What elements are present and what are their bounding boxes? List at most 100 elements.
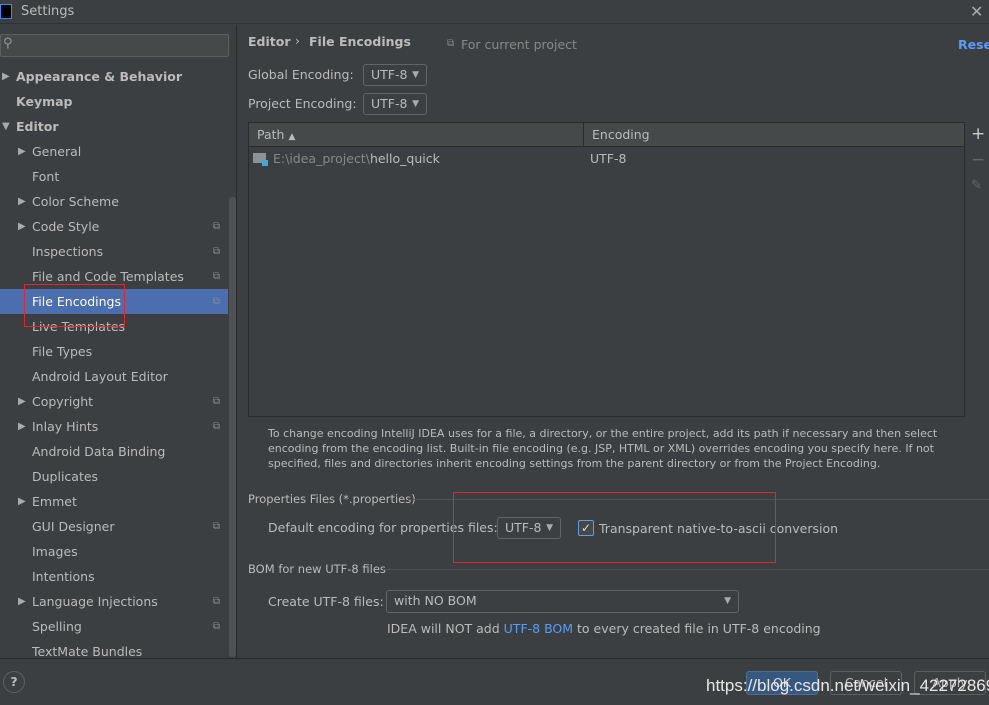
chevron-right-icon[interactable]: ▶ [18, 489, 26, 514]
column-label: Path [257, 127, 285, 142]
chevron-right-icon[interactable]: ▶ [18, 389, 26, 414]
sidebar-item[interactable]: ▶ General [0, 139, 228, 164]
sidebar-item[interactable]: Intentions [0, 564, 228, 589]
sidebar-item[interactable]: Android Layout Editor [0, 364, 228, 389]
sidebar-item[interactable]: Images [0, 539, 228, 564]
project-scope-icon: ⧉ [212, 271, 220, 282]
sidebar-item-label: Font [32, 169, 60, 184]
sidebar-item[interactable]: Duplicates [0, 464, 228, 489]
select-value: UTF-8 [371, 67, 408, 82]
sidebar-item-label: Color Scheme [32, 194, 119, 209]
project-scope-icon: ⧉ [212, 221, 220, 232]
utf8-bom-link[interactable]: UTF-8 BOM [504, 621, 573, 636]
add-icon[interactable]: + [971, 124, 985, 144]
sidebar-item[interactable]: File Types [0, 339, 228, 364]
properties-section-title: Properties Files (*.properties) [248, 492, 416, 506]
window-title: Settings [21, 4, 75, 19]
sidebar-item[interactable]: Inspections ⧉ [0, 239, 228, 264]
sidebar-item-label: Intentions [32, 569, 95, 584]
sidebar-item[interactable]: ▶ Appearance & Behavior [0, 64, 228, 89]
select-value: UTF-8 [371, 96, 408, 111]
project-encoding-label: Project Encoding: [248, 96, 357, 111]
table-row[interactable]: E:\idea_project\hello_quick UTF-8 [249, 148, 964, 170]
column-header-encoding[interactable]: Encoding [592, 127, 650, 142]
search-input[interactable]: ⚲ [0, 34, 229, 57]
sidebar-item[interactable]: Android Data Binding [0, 439, 228, 464]
sort-ascending-icon: ▲ [288, 132, 296, 142]
chevron-right-icon[interactable]: ▶ [18, 414, 26, 439]
sidebar-item-label: Keymap [16, 94, 73, 109]
bom-section-title: BOM for new UTF-8 files [248, 562, 386, 576]
page-title: File Encodings [309, 34, 411, 49]
select-value: with NO BOM [394, 593, 477, 608]
sidebar-item-label: General [32, 144, 82, 159]
sidebar-item-label: Images [32, 544, 78, 559]
reset-link[interactable]: Reset [958, 37, 989, 52]
project-scope-icon: ⧉ [212, 596, 220, 607]
chevron-right-icon[interactable]: ▶ [18, 589, 26, 614]
sidebar-item[interactable]: ▶ Inlay Hints ⧉ [0, 414, 228, 439]
search-icon: ⚲ [3, 36, 13, 51]
sidebar-item-label: Inlay Hints [32, 419, 99, 434]
sidebar-item-label: Editor [16, 119, 59, 134]
info-text: To change encoding IntelliJ IDEA uses fo… [268, 427, 938, 470]
chevron-right-icon[interactable]: ▶ [2, 64, 10, 89]
bom-select[interactable]: with NO BOM ▼ [386, 590, 739, 613]
note-text: IDEA will NOT add [387, 621, 504, 636]
encoding-table: Path ▲ Encoding E:\idea_project\hello_qu… [248, 122, 965, 417]
settings-sidebar: ⚲ ▶ Appearance & Behavior Keymap ▼ Editor ▶ Ge… [0, 25, 237, 659]
app-logo [0, 4, 12, 19]
help-button[interactable]: ? [3, 671, 25, 693]
sidebar-item[interactable]: ▶ Copyright ⧉ [0, 389, 228, 414]
project-encoding-select[interactable]: UTF-8 ▼ [363, 93, 427, 115]
sidebar-item-label: Copyright [32, 394, 94, 409]
sidebar-item-label: Android Layout Editor [32, 369, 168, 384]
folder-icon [253, 153, 268, 166]
sidebar-item-label: Emmet [32, 494, 77, 509]
sidebar-item-label: Inspections [32, 244, 104, 259]
global-encoding-select[interactable]: UTF-8 ▼ [363, 64, 427, 86]
chevron-right-icon[interactable]: ▶ [18, 214, 26, 239]
encoding-cell: UTF-8 [590, 151, 627, 166]
column-header-path[interactable]: Path ▲ [257, 127, 295, 142]
column-divider [583, 123, 584, 147]
highlight-box [24, 284, 125, 327]
sidebar-item[interactable]: Keymap [0, 89, 228, 114]
project-scope-icon: ⧉ [212, 621, 220, 632]
sidebar-item[interactable]: ▶ Language Injections ⧉ [0, 589, 228, 614]
sidebar-item[interactable]: ▶ Color Scheme [0, 189, 228, 214]
breadcrumb-parent[interactable]: Editor [248, 34, 291, 49]
sidebar-scrollbar[interactable] [229, 197, 236, 657]
table-header: Path ▲ Encoding [249, 123, 964, 147]
breadcrumb-separator: › [295, 33, 300, 48]
scope-label: For current project [461, 37, 577, 52]
watermark: https://blog.csdn.net/weixin_42272869 [706, 676, 989, 695]
copy-icon: ⧉ [447, 38, 455, 49]
project-scope-icon: ⧉ [212, 521, 220, 532]
bom-note: IDEA will NOT add UTF-8 BOM to every cre… [387, 621, 821, 636]
sidebar-item[interactable]: Spelling ⧉ [0, 614, 228, 639]
highlight-box [453, 492, 776, 563]
sidebar-item[interactable]: Font [0, 164, 228, 189]
chevron-down-icon: ▼ [412, 70, 419, 80]
chevron-down-icon: ▼ [724, 596, 731, 606]
help-icon: ? [10, 674, 18, 689]
path-cell: E:\idea_project\hello_quick [273, 151, 440, 166]
sidebar-item-label: Code Style [32, 219, 100, 234]
project-scope-icon: ⧉ [212, 246, 220, 257]
sidebar-item-label: Duplicates [32, 469, 99, 484]
sidebar-item[interactable]: GUI Designer ⧉ [0, 514, 228, 539]
chevron-down-icon[interactable]: ▼ [2, 114, 10, 139]
project-scope-icon: ⧉ [212, 421, 220, 432]
sidebar-item[interactable]: ▼ Editor [0, 114, 228, 139]
close-icon[interactable]: ✕ [970, 2, 983, 21]
sidebar-item-label: File Types [32, 344, 93, 359]
global-encoding-label: Global Encoding: [248, 67, 354, 82]
sidebar-item[interactable]: ▶ Code Style ⧉ [0, 214, 228, 239]
bom-label: Create UTF-8 files: [268, 594, 384, 609]
chevron-right-icon[interactable]: ▶ [18, 189, 26, 214]
dialog-footer: ? OK Cancel Apply https://blog.csdn.net/… [0, 658, 989, 705]
chevron-down-icon: ▼ [412, 99, 419, 109]
chevron-right-icon[interactable]: ▶ [18, 139, 26, 164]
sidebar-item[interactable]: ▶ Emmet [0, 489, 228, 514]
